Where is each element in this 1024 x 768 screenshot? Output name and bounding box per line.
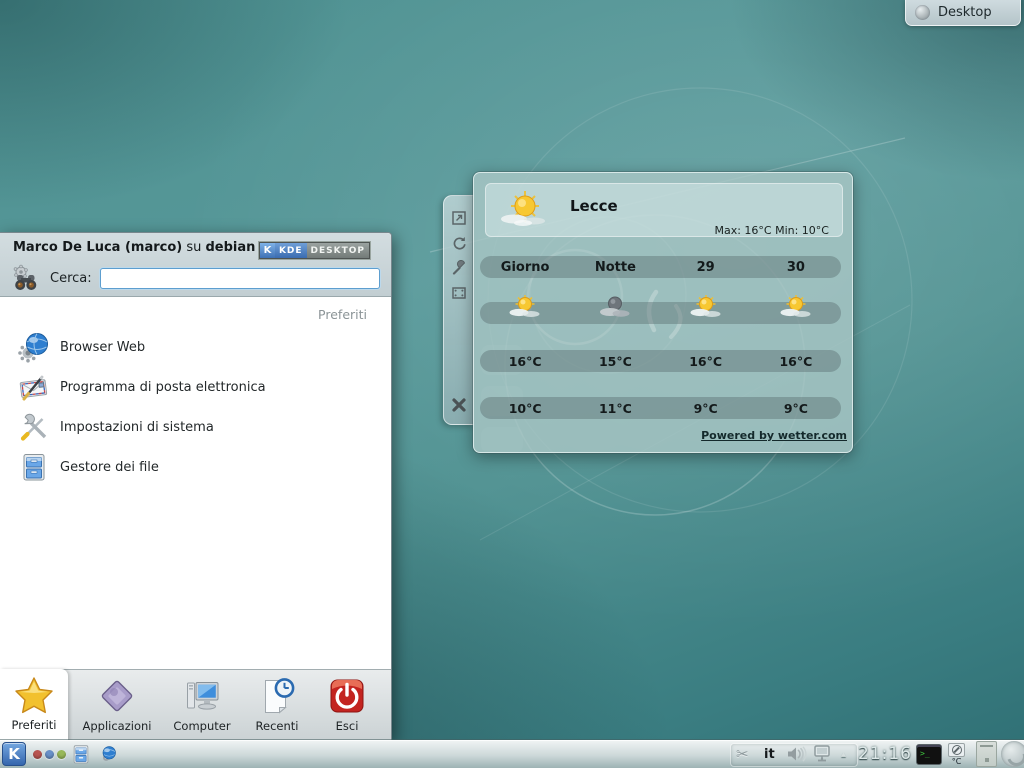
tab-preferiti[interactable]: Preferiti: [0, 669, 68, 742]
tab-computer[interactable]: Computer: [162, 670, 242, 742]
sun-cloud-icon: [751, 294, 841, 324]
tab-esci[interactable]: Esci: [316, 670, 378, 742]
toolbox-cashew-icon: [915, 5, 930, 20]
virtual-desktop-dot[interactable]: [45, 750, 54, 759]
keyboard-layout-indicator[interactable]: it: [764, 740, 775, 768]
forecast-night-temp: 11°C: [570, 401, 660, 416]
clipboard-scissors-icon[interactable]: ✂: [736, 740, 749, 768]
section-label: Preferiti: [318, 307, 367, 322]
weather-maxmin: Max: 16°C Min: 10°C: [714, 224, 829, 237]
tab-applicazioni[interactable]: Applicazioni: [78, 670, 156, 742]
desktop: Desktop: [0, 0, 1024, 768]
weather-widget: Lecce Max: 16°C Min: 10°C GiornoNotte293…: [473, 172, 853, 453]
star-icon: [14, 675, 54, 715]
calendar-strip-widget[interactable]: [976, 740, 997, 768]
computer-icon: [182, 676, 222, 716]
power-icon: [327, 676, 367, 716]
launcher-favorite-item[interactable]: Gestore dei file: [0, 447, 391, 487]
forecast-column-header: 30: [751, 260, 841, 275]
resize-icon[interactable]: [451, 210, 467, 226]
tab-label: Applicazioni: [83, 719, 152, 733]
volume-icon[interactable]: [786, 740, 808, 768]
desktop-pager[interactable]: [33, 750, 66, 759]
user-title: Marco De Luca (marco) su debian: [13, 240, 255, 255]
sun-cloud-icon: [661, 294, 751, 324]
night-cloud-icon: [570, 294, 660, 324]
launcher-tab-bar: Preferiti Applicazioni Computer Recenti Esci: [0, 669, 391, 741]
forecast-night-temps-row: 10°C11°C9°C9°C: [480, 397, 841, 419]
forecast-day-temp: 16°C: [661, 354, 751, 369]
forecast-day-temp: 16°C: [751, 354, 841, 369]
tab-label: Preferiti: [11, 718, 56, 732]
cabinet-icon: [18, 451, 50, 483]
tab-label: Esci: [336, 719, 359, 733]
terminal-icon[interactable]: [916, 740, 942, 768]
weather-city: Lecce: [570, 197, 618, 215]
toolbox-label: Desktop: [938, 5, 992, 20]
digital-clock[interactable]: 21:16: [858, 740, 912, 768]
favorite-label: Browser Web: [60, 340, 145, 355]
mail-icon: [18, 371, 50, 403]
tab-label: Computer: [173, 719, 230, 733]
applet-handle[interactable]: [443, 195, 474, 425]
globe-gear-icon: [18, 331, 50, 363]
tab-recenti[interactable]: Recenti: [246, 670, 308, 742]
configure-icon[interactable]: [451, 260, 467, 276]
forecast-night-temp: 9°C: [661, 401, 751, 416]
tray-expander-icon[interactable]: ▴: [841, 740, 846, 768]
tab-label: Recenti: [256, 719, 299, 733]
desktop-toolbox[interactable]: Desktop: [905, 0, 1021, 26]
application-launcher-window: Marco De Luca (marco) su debian K KDE DE…: [0, 232, 392, 740]
favorite-label: Gestore dei file: [60, 460, 159, 475]
favorite-label: Impostazioni di sistema: [60, 420, 214, 435]
kde-menu-button[interactable]: K: [2, 742, 26, 766]
favorite-label: Programma di posta elettronica: [60, 380, 266, 395]
rotate-icon[interactable]: [451, 235, 467, 251]
web-browser-panel-icon[interactable]: [98, 744, 118, 764]
file-manager-panel-icon[interactable]: [70, 743, 92, 765]
sun-cloud-icon: [496, 189, 554, 235]
virtual-desktop-dot[interactable]: [33, 750, 42, 759]
forecast-night-temp: 10°C: [480, 401, 570, 416]
weather-credit-link[interactable]: Powered by wetter.com: [701, 429, 847, 442]
launcher-favorite-item[interactable]: Browser Web: [0, 327, 391, 367]
kde-desktop-badge: K KDE DESKTOP: [259, 242, 370, 259]
forecast-day-temp: 16°C: [480, 354, 570, 369]
forecast-day-temp: 15°C: [570, 354, 660, 369]
forecast-night-temp: 9°C: [751, 401, 841, 416]
launcher-header: Marco De Luca (marco) su debian K KDE DE…: [0, 233, 391, 297]
forecast-column-header: 29: [661, 260, 751, 275]
forecast-icon-row: [480, 302, 841, 324]
forecast-column-header: Giorno: [480, 260, 570, 275]
forecast-header-row: GiornoNotte2930: [480, 256, 841, 278]
diamond-icon: [97, 676, 137, 716]
binoculars-search-icon: [12, 264, 40, 292]
close-icon[interactable]: [450, 396, 468, 414]
weather-tray-icon[interactable]: °C: [948, 740, 965, 768]
launcher-favorite-item[interactable]: Programma di posta elettronica: [0, 367, 391, 407]
maximize-icon[interactable]: [451, 285, 467, 301]
search-input[interactable]: [100, 268, 380, 289]
panel-cashew-icon[interactable]: [1001, 740, 1024, 768]
recent-icon: [257, 676, 297, 716]
forecast-column-header: Notte: [570, 260, 660, 275]
virtual-desktop-dot[interactable]: [57, 750, 66, 759]
sun-cloud-icon: [480, 294, 570, 324]
tools-icon: [18, 411, 50, 443]
search-label: Cerca:: [50, 271, 92, 286]
forecast-day-temps-row: 16°C15°C16°C16°C: [480, 350, 841, 372]
bottom-panel: K ✂ it: [0, 740, 1024, 768]
network-monitor-icon[interactable]: [812, 740, 832, 768]
kde-logo-icon: K: [260, 243, 275, 258]
weather-header: Lecce Max: 16°C Min: 10°C: [485, 183, 843, 237]
launcher-favorite-item[interactable]: Impostazioni di sistema: [0, 407, 391, 447]
